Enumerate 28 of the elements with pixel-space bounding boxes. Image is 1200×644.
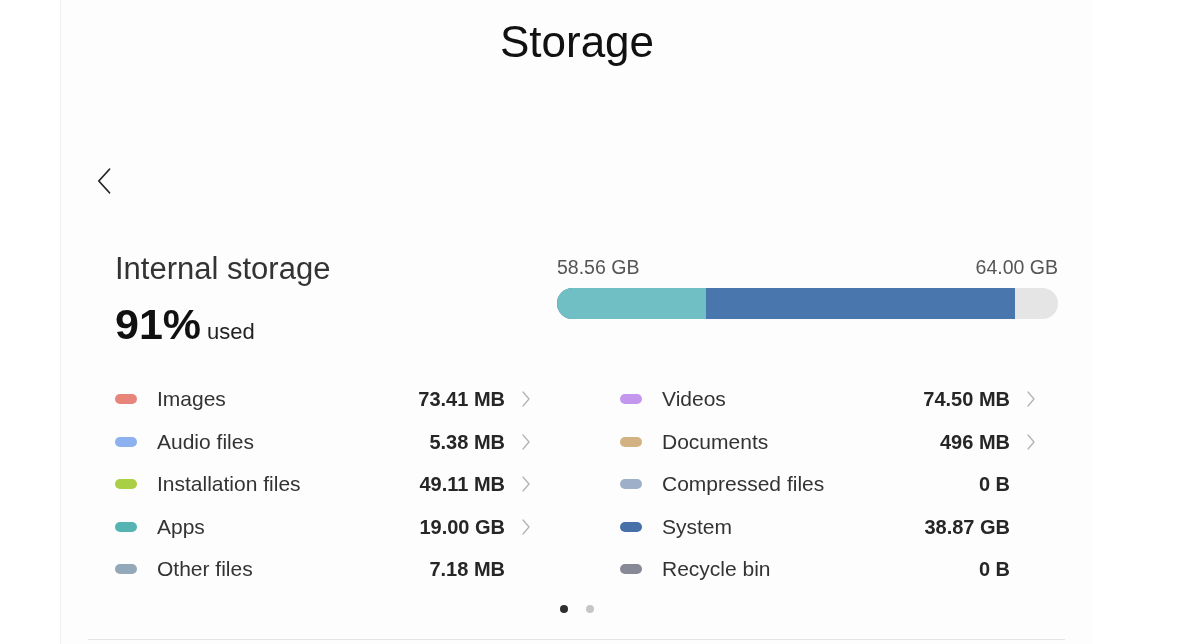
category-size: 38.87 GB [924,514,1010,539]
back-button[interactable] [97,168,111,194]
category-size: 74.50 MB [923,387,1010,412]
category-label[interactable]: Videos [662,387,726,412]
usage-percent: 91% [115,300,202,348]
category-size: 5.38 MB [429,429,505,454]
category-label[interactable]: Images [157,387,226,412]
category-size: 73.41 MB [418,387,505,412]
category-size: 0 B [978,557,1010,582]
category-size: 19.00 GB [419,514,505,539]
category-label[interactable]: Audio files [157,429,254,454]
category-label[interactable]: Documents [662,429,769,454]
category-label[interactable]: Apps [157,514,205,539]
usage-label: used [207,319,255,345]
total-amount: 64.00 GB [975,255,1058,279]
category-size: 496 MB [939,429,1010,454]
category-size: 0 B [978,472,1010,497]
category-label[interactable]: Other files [157,557,253,582]
category-size: 7.18 MB [429,557,505,582]
category-label[interactable]: Compressed files [662,472,825,497]
category-label[interactable]: System [662,514,732,539]
storage-name: Internal storage [115,251,331,287]
category-label[interactable]: Installation files [157,472,301,497]
used-amount: 58.56 GB [557,255,640,279]
category-size: 49.11 MB [419,472,505,497]
page-title: Storage [498,17,656,67]
category-label[interactable]: Recycle bin [662,557,771,582]
chevron-left-icon [97,168,111,194]
